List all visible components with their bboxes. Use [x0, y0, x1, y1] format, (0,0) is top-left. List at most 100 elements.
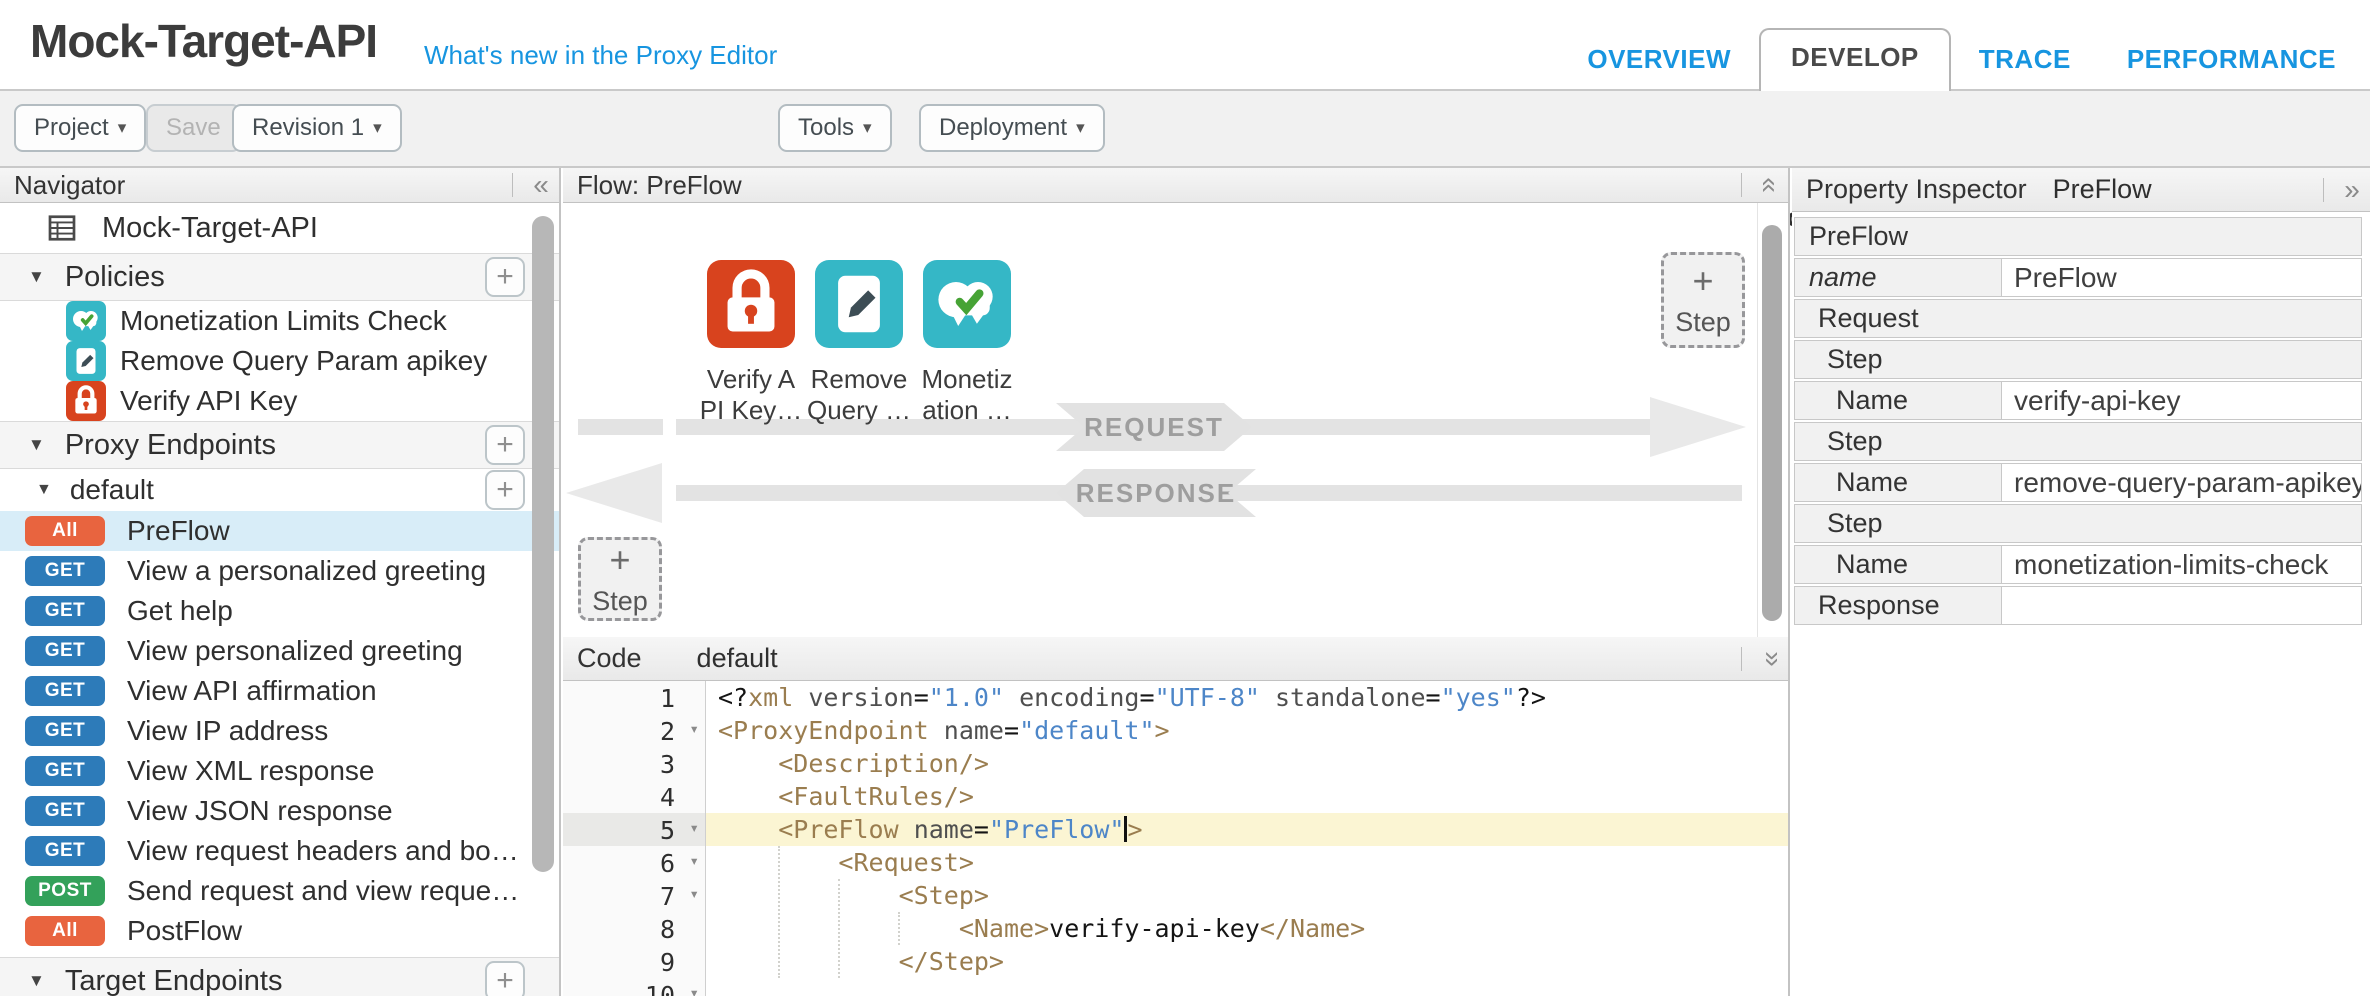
- nav-policy-verify-api-key[interactable]: Verify API Key: [0, 381, 559, 421]
- nav-flow-view-personalized-greeting[interactable]: GET View personalized greeting: [0, 631, 559, 671]
- add-button[interactable]: +: [485, 257, 525, 297]
- method-badge: GET: [25, 796, 105, 826]
- flow-scrollbar[interactable]: [1762, 225, 1782, 621]
- nav-flow-get-help[interactable]: GET Get help: [0, 591, 559, 631]
- add-step-button-response[interactable]: + Step: [578, 537, 662, 621]
- add-step-button-request[interactable]: + Step: [1661, 252, 1745, 348]
- nav-section-proxy-endpoints[interactable]: ▼ Proxy Endpoints+: [0, 421, 559, 469]
- inspector-subject: PreFlow: [2053, 174, 2152, 205]
- deployment-menu-button[interactable]: Deployment ▾: [919, 104, 1105, 152]
- code-gutter: 10▾: [563, 978, 706, 996]
- nav-section-default[interactable]: ▼ default +: [0, 469, 559, 511]
- tab-overview[interactable]: OVERVIEW: [1559, 44, 1759, 91]
- nav-item-label: Mock-Target-API: [102, 212, 318, 245]
- method-badge: GET: [25, 676, 105, 706]
- code-text: <ProxyEndpoint name="default">: [706, 714, 1788, 747]
- whats-new-link[interactable]: What's new in the Proxy Editor: [424, 40, 777, 71]
- inspector-value[interactable]: [2001, 587, 2361, 624]
- nav-flow-view-request-headers-and-bo-[interactable]: GET View request headers and bo…: [0, 831, 559, 871]
- line-number: 1: [660, 684, 675, 713]
- code-gutter: 2▾: [563, 714, 706, 747]
- tab-develop[interactable]: DEVELOP: [1759, 28, 1951, 91]
- code-text: <FaultRules/>: [706, 780, 1788, 813]
- fold-arrow-icon[interactable]: ▾: [689, 983, 699, 996]
- fold-arrow-icon[interactable]: ▾: [689, 818, 699, 837]
- code-panel: Code default « 1<?xml version="1.0" enco…: [563, 637, 1790, 996]
- line-number: 8: [660, 915, 675, 944]
- inspector-value[interactable]: remove-query-param-apikey: [2001, 464, 2361, 501]
- nav-section-target-endpoints[interactable]: ▼ Target Endpoints+: [0, 957, 559, 996]
- line-number: 7: [660, 882, 675, 911]
- tools-menu-button[interactable]: Tools ▾: [778, 104, 892, 152]
- nav-section-label: Policies: [65, 261, 165, 294]
- inspector-value[interactable]: monetization-limits-check: [2001, 546, 2361, 583]
- project-menu-button[interactable]: Project ▾: [14, 104, 146, 152]
- fold-arrow-icon[interactable]: ▾: [689, 719, 699, 738]
- code-text: <Request>: [706, 846, 1788, 879]
- nav-root-mock-target-api[interactable]: Mock-Target-API: [0, 203, 559, 253]
- collapse-panel-icon[interactable]: «: [523, 171, 559, 199]
- tab-performance[interactable]: PERFORMANCE: [2099, 44, 2364, 91]
- inspector-label: Name: [1795, 464, 2001, 501]
- divider: [1741, 647, 1742, 671]
- code-line-5[interactable]: 5▾ <PreFlow name="PreFlow">: [563, 813, 1788, 846]
- nav-flow-view-a-personalized-greeting[interactable]: GET View a personalized greeting: [0, 551, 559, 591]
- triangle-down-icon[interactable]: ▼: [36, 481, 52, 499]
- nav-flow-send-request-and-view-reque-[interactable]: POST Send request and view reque…: [0, 871, 559, 911]
- save-button[interactable]: Save: [146, 104, 241, 152]
- triangle-down-icon[interactable]: ▼: [28, 971, 45, 991]
- navigator-scrollbar[interactable]: [532, 216, 554, 872]
- line-number: 3: [660, 750, 675, 779]
- collapse-down-icon[interactable]: «: [1756, 641, 1784, 677]
- pencil-icon: [66, 341, 106, 381]
- nav-flow-preflow[interactable]: All PreFlow: [0, 511, 559, 551]
- code-editor[interactable]: 1<?xml version="1.0" encoding="UTF-8" st…: [563, 681, 1788, 996]
- nav-flow-postflow[interactable]: All PostFlow: [0, 911, 559, 951]
- nav-policy-remove-query-param-apikey[interactable]: Remove Query Param apikey: [0, 341, 559, 381]
- inspector-value[interactable]: PreFlow: [2001, 259, 2361, 296]
- nav-flow-view-api-affirmation[interactable]: GET View API affirmation: [0, 671, 559, 711]
- nav-policy-monetization-limits-check[interactable]: Monetization Limits Check: [0, 301, 559, 341]
- nav-flow-view-json-response[interactable]: GET View JSON response: [0, 791, 559, 831]
- flow-step-monetization-limits-check[interactable]: Monetization …: [892, 260, 1042, 426]
- method-badge: All: [25, 916, 105, 946]
- code-text: [706, 978, 1788, 996]
- nav-item-label: View XML response: [127, 755, 374, 787]
- nav-flow-view-xml-response[interactable]: GET View XML response: [0, 751, 559, 791]
- code-line-7[interactable]: 7▾ <Step>: [563, 879, 1788, 912]
- code-line-8[interactable]: 8 <Name>verify-api-key</Name>: [563, 912, 1788, 945]
- navigator-title: Navigator: [14, 170, 125, 201]
- add-button[interactable]: +: [485, 470, 525, 510]
- nav-section-policies[interactable]: ▼ Policies +: [0, 253, 559, 301]
- triangle-down-icon[interactable]: ▼: [28, 267, 45, 287]
- revision-menu-button[interactable]: Revision 1 ▾: [232, 104, 402, 152]
- inspector-value[interactable]: verify-api-key: [2001, 382, 2361, 419]
- code-line-9[interactable]: 9 </Step>: [563, 945, 1788, 978]
- add-button[interactable]: +: [485, 961, 525, 996]
- collapse-up-icon[interactable]: «: [1756, 167, 1784, 203]
- nav-flow-view-ip-address[interactable]: GET View IP address: [0, 711, 559, 751]
- expand-panel-icon[interactable]: »: [2334, 176, 2370, 204]
- code-text: <PreFlow name="PreFlow">: [706, 813, 1788, 846]
- code-line-3[interactable]: 3 <Description/>: [563, 747, 1788, 780]
- code-line-2[interactable]: 2▾<ProxyEndpoint name="default">: [563, 714, 1788, 747]
- inspector-label: Name: [1795, 382, 2001, 419]
- code-line-1[interactable]: 1<?xml version="1.0" encoding="UTF-8" st…: [563, 681, 1788, 714]
- code-line-4[interactable]: 4 <FaultRules/>: [563, 780, 1788, 813]
- triangle-down-icon[interactable]: ▼: [28, 435, 45, 455]
- tab-trace[interactable]: TRACE: [1951, 44, 2099, 91]
- method-badge: GET: [25, 756, 105, 786]
- code-line-10[interactable]: 10▾: [563, 978, 1788, 996]
- inspector-row-preflow: PreFlow: [1794, 217, 2362, 256]
- flow-canvas: REQUEST RESPONSE Verify API Key… RemoveQ…: [563, 203, 1788, 637]
- line-number: 2: [660, 717, 675, 746]
- add-button[interactable]: +: [485, 425, 525, 465]
- line-number: 6: [660, 849, 675, 878]
- inspector-row-name: namePreFlow: [1794, 258, 2362, 297]
- code-line-6[interactable]: 6 ▾ <Request>: [563, 846, 1788, 879]
- line-number: 9: [660, 948, 675, 977]
- inspector-title: Property Inspector: [1806, 174, 2027, 205]
- nav-section-label: default: [70, 474, 154, 506]
- fold-arrow-icon[interactable]: ▾: [689, 884, 699, 903]
- fold-arrow-icon[interactable]: ▾: [689, 851, 699, 870]
